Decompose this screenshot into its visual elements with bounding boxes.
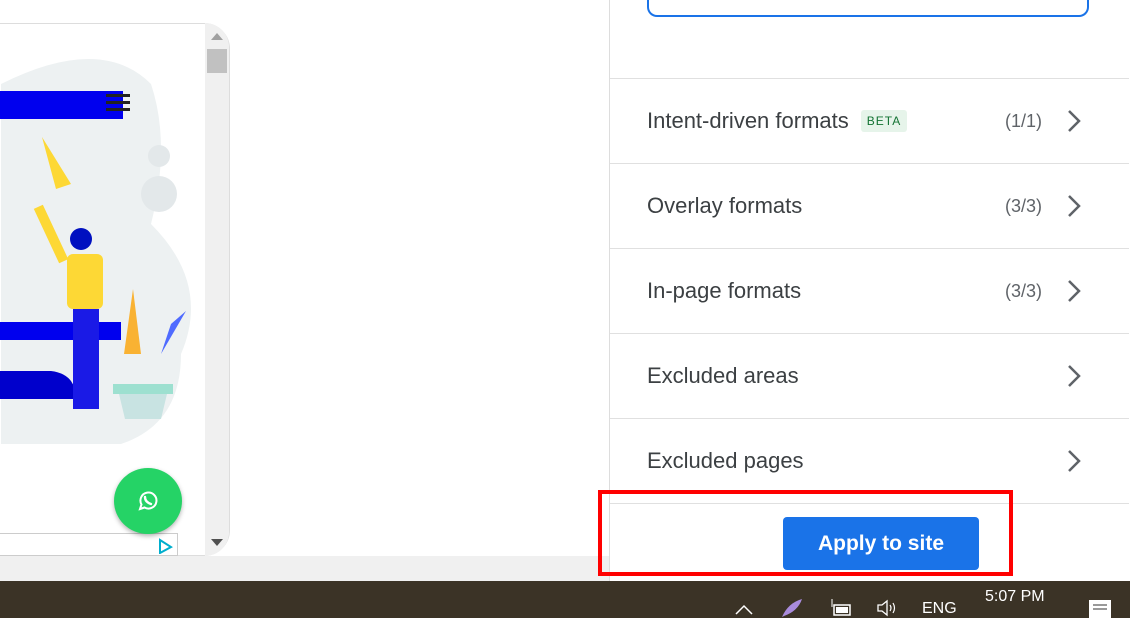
chevron-right-icon — [1068, 365, 1081, 387]
row-count: (3/3) — [1004, 195, 1042, 216]
row-label: Intent-driven formats — [647, 108, 849, 133]
taskbar: ENG 5:07 PM — [0, 581, 1130, 618]
site-preview — [0, 23, 230, 556]
battery-icon[interactable] — [828, 599, 852, 617]
top-input-box[interactable] — [647, 0, 1089, 17]
chevron-right-icon — [1068, 280, 1081, 302]
row-count: (1/1) — [1004, 110, 1042, 131]
row-count: (3/3) — [1004, 280, 1042, 301]
horizontal-scrollbar[interactable] — [0, 556, 609, 581]
adchoices-icon[interactable] — [157, 538, 173, 554]
chevron-right-icon — [1068, 450, 1081, 472]
scroll-thumb[interactable] — [207, 49, 227, 73]
scroll-down-arrow-icon[interactable] — [211, 539, 223, 546]
row-intent-driven-formats[interactable]: Intent-driven formats BETA (1/1) — [610, 78, 1129, 163]
panel-footer: Apply to site — [610, 503, 1129, 581]
vertical-scrollbar[interactable] — [205, 23, 229, 556]
chevron-right-icon — [1068, 110, 1081, 132]
volume-icon[interactable] — [876, 599, 898, 617]
settings-panel: Intent-driven formats BETA (1/1) Overlay… — [609, 0, 1129, 581]
row-excluded-pages[interactable]: Excluded pages — [610, 418, 1129, 503]
beta-badge: BETA — [860, 110, 908, 132]
feather-icon[interactable] — [780, 597, 804, 618]
whatsapp-icon — [138, 491, 158, 511]
notifications-icon[interactable] — [1088, 599, 1112, 618]
row-in-page-formats[interactable]: In-page formats (3/3) — [610, 248, 1129, 333]
apply-to-site-button[interactable]: Apply to site — [783, 517, 979, 570]
language-indicator[interactable]: ENG — [922, 600, 957, 618]
row-label: Excluded areas — [647, 363, 799, 388]
illustration — [0, 59, 191, 444]
row-excluded-areas[interactable]: Excluded areas — [610, 333, 1129, 418]
chevron-right-icon — [1068, 195, 1081, 217]
row-label: Overlay formats — [647, 193, 803, 218]
whatsapp-button[interactable] — [114, 468, 182, 534]
row-label: Excluded pages — [647, 448, 804, 473]
scroll-up-arrow-icon[interactable] — [211, 33, 223, 40]
row-overlay-formats[interactable]: Overlay formats (3/3) — [610, 163, 1129, 248]
clock[interactable]: 5:07 PM — [985, 588, 1045, 606]
show-hidden-icons-icon[interactable] — [735, 604, 753, 616]
row-label: In-page formats — [647, 278, 802, 303]
ad-banner[interactable] — [0, 533, 178, 556]
